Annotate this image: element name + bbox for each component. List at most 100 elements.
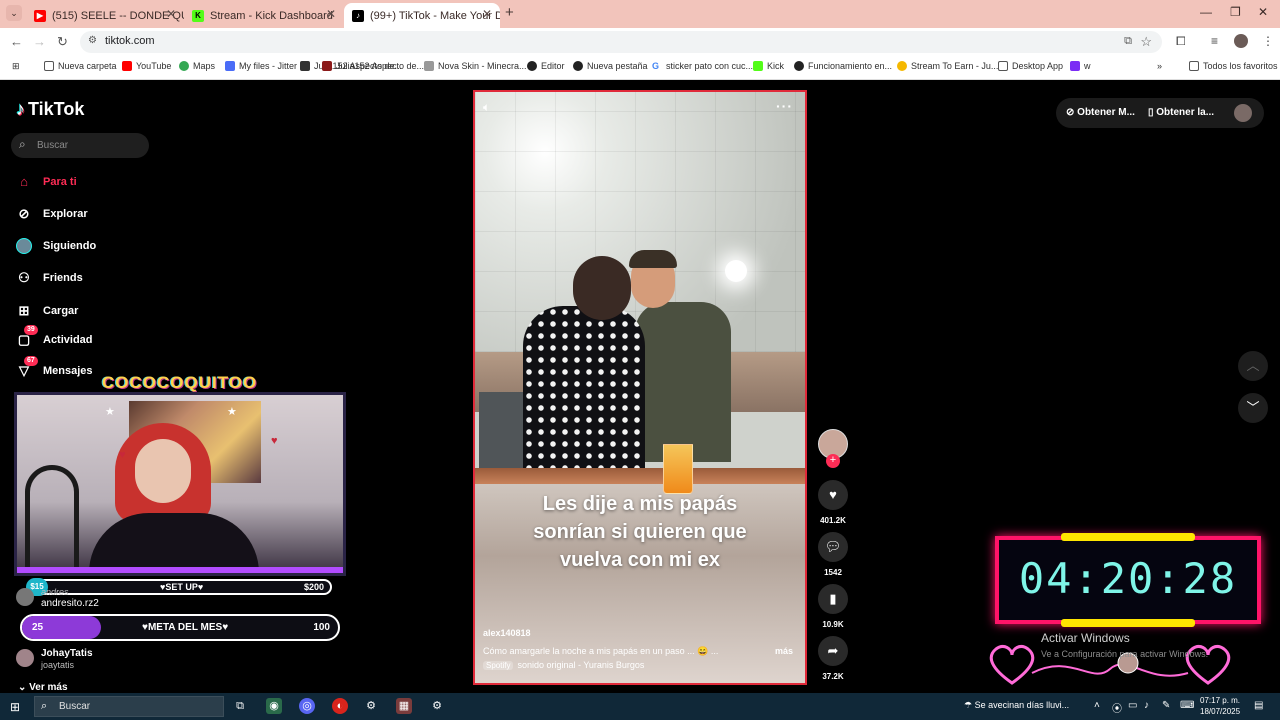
share-button[interactable]: ➦ xyxy=(818,636,848,666)
chrome-icon[interactable]: ◉ xyxy=(266,698,282,714)
folder-icon xyxy=(44,61,54,71)
bookmark-item[interactable]: Maps xyxy=(179,61,215,71)
install-app-icon[interactable]: ⧉ xyxy=(1124,35,1132,48)
notifications-icon[interactable]: ▤ xyxy=(1254,700,1263,711)
tab-tiktok[interactable]: ♪ (99+) TikTok - Make Your Day ✕ xyxy=(344,3,500,28)
home-icon: ⌂ xyxy=(20,174,28,189)
volume-icon[interactable]: 🔈︎ xyxy=(483,100,490,115)
bookmark-item[interactable]: Kick xyxy=(753,61,784,71)
video-player[interactable]: Les dije a mis papás sonrían si quieren … xyxy=(473,90,807,685)
pen-icon[interactable]: ✎ xyxy=(1162,700,1170,711)
nav-para-ti[interactable]: ⌂ Para ti xyxy=(16,174,77,190)
game-icon[interactable]: ▦ xyxy=(396,698,412,714)
ver-mas-link[interactable]: ⌄ Ver más xyxy=(18,682,68,693)
description-more-button[interactable]: más xyxy=(775,646,793,656)
chevron-up-icon[interactable]: ˄ xyxy=(1094,700,1100,711)
comment-button[interactable]: 💬︎ xyxy=(818,532,848,562)
get-app-button[interactable]: ▯ Obtener la... xyxy=(1148,107,1214,118)
settings-icon[interactable]: ⚙ xyxy=(429,698,445,714)
network-icon[interactable]: ▭ xyxy=(1128,700,1137,711)
new-tab-icon[interactable]: + xyxy=(505,4,514,21)
video-sound[interactable]: Spotify sonido original - Yuranis Burgos xyxy=(483,660,644,670)
goal-target: $200 xyxy=(303,582,324,592)
bookmark-item[interactable]: Stream To Earn - Ju... xyxy=(897,61,998,71)
nav-explorar[interactable]: ⊘ Explorar xyxy=(16,206,88,222)
compass-icon: ⊘ xyxy=(18,206,30,221)
nav-cargar[interactable]: ⊞ Cargar xyxy=(16,303,79,319)
site-info-icon[interactable]: ⚙ xyxy=(88,35,97,46)
extensions-icon[interactable]: ⧠ xyxy=(1176,34,1186,49)
stream-timer: 04:20:28 xyxy=(995,533,1261,627)
profile-avatar[interactable] xyxy=(1234,34,1248,48)
webcam-feed: ★ ★ ♥ ♥ xyxy=(14,392,346,576)
volume-icon[interactable]: ♪ xyxy=(1144,700,1149,711)
get-coins-button[interactable]: ⊘ Obtener M... xyxy=(1066,107,1135,118)
follow-plus-icon[interactable]: + xyxy=(826,454,840,468)
bookmark-item[interactable]: Nueva pestaña xyxy=(573,61,648,71)
nav-siguiendo[interactable]: Siguiendo xyxy=(16,238,96,254)
close-icon[interactable]: ✕ xyxy=(166,7,176,21)
video-author[interactable]: alex140818 xyxy=(483,628,531,638)
activity-icon: ▢ 39 xyxy=(16,325,38,348)
following-item[interactable]: andres andresito.rz2 xyxy=(16,587,99,610)
following-item[interactable]: JohayTatis joaytatis xyxy=(16,648,93,671)
heart-icon: ♥ xyxy=(271,435,278,447)
goal-label: ♥SET UP♥ xyxy=(160,582,204,592)
close-icon[interactable]: ✕ xyxy=(326,7,336,21)
led-glow xyxy=(17,567,343,573)
taskbar-clock[interactable]: 07:17 p. m. 18/07/2025 xyxy=(1200,695,1240,717)
bookmark-item[interactable]: Nova Skin - Minecra... xyxy=(424,61,527,71)
folder-icon xyxy=(998,61,1008,71)
nav-friends[interactable]: ⚇ Friends xyxy=(16,270,83,286)
more-bookmarks-icon[interactable]: » xyxy=(1157,61,1162,71)
keyboard-icon[interactable]: ⌨ xyxy=(1180,700,1194,711)
bookmark-item[interactable]: My files - Jitter xyxy=(225,61,297,71)
close-icon[interactable]: ✕ xyxy=(482,7,492,21)
menu-icon[interactable]: ⋮ xyxy=(1262,34,1274,48)
obs-icon[interactable]: ◐ xyxy=(332,698,348,714)
microphone-icon[interactable]: ⦿ xyxy=(1112,700,1122,715)
back-icon[interactable]: ← xyxy=(10,34,23,49)
media-control-icon[interactable]: ≡ xyxy=(1211,34,1218,48)
nav-actividad[interactable]: ▢ 39 Actividad xyxy=(16,325,93,348)
taskbar-search[interactable]: ⌕ Buscar xyxy=(34,696,224,717)
screen: ⌄ ▶ (515) SEELE -- DONDE QUIERAS ✕ K Str… xyxy=(0,0,1280,720)
address-bar[interactable]: ⚙ tiktok.com ⧉ ☆ xyxy=(80,31,1162,53)
discord-icon[interactable]: ◎ xyxy=(299,698,315,714)
bookmark-item[interactable]: Desktop App xyxy=(998,61,1063,71)
bookmark-item[interactable]: w xyxy=(1070,61,1091,71)
all-bookmarks[interactable]: Todos los favoritos xyxy=(1189,61,1278,71)
bookmark-star-icon[interactable]: ☆ xyxy=(1140,34,1152,50)
forward-icon[interactable]: → xyxy=(33,34,46,49)
bookmark-item[interactable]: Gsticker pato con cuc... xyxy=(652,61,753,71)
reload-icon[interactable]: ↻ xyxy=(57,34,68,50)
tiktok-logo[interactable]: ♪ TikTok xyxy=(16,99,84,120)
weather-widget[interactable]: ☂ Se avecinan días lluvi... xyxy=(964,700,1069,711)
maximize-icon[interactable]: ❐ xyxy=(1230,5,1241,19)
bookmark-item[interactable]: Julia152 Aspecto de... xyxy=(322,61,424,71)
windows-start-icon[interactable]: ⊞ xyxy=(10,700,20,714)
bookmark-item[interactable]: Editor xyxy=(527,61,565,71)
kick-icon xyxy=(753,61,763,71)
next-video-button[interactable]: ﹀ xyxy=(1238,393,1268,423)
steam-icon[interactable]: ⚙ xyxy=(363,698,379,714)
bookmark-item[interactable]: Funcionamiento en... xyxy=(794,61,892,71)
google-icon: G xyxy=(652,61,660,71)
more-options-icon[interactable]: ··· xyxy=(776,98,793,114)
bookmark-item[interactable]: YouTube xyxy=(122,61,171,71)
task-view-icon[interactable]: ⧉ xyxy=(232,698,248,714)
tab-kick[interactable]: K Stream - Kick Dashboard ✕ xyxy=(184,3,344,28)
close-window-icon[interactable]: ✕ xyxy=(1258,5,1268,19)
minimize-icon[interactable]: — xyxy=(1200,5,1212,19)
tab-youtube[interactable]: ▶ (515) SEELE -- DONDE QUIERAS ✕ xyxy=(26,3,184,28)
profile-avatar[interactable] xyxy=(1234,104,1252,122)
previous-video-button[interactable]: ︿ xyxy=(1238,351,1268,381)
bookmark-item[interactable]: Nueva carpeta xyxy=(44,61,117,71)
search-input[interactable]: ⌕ Buscar xyxy=(11,133,149,158)
save-button[interactable]: ▮ xyxy=(818,584,848,614)
share-count: 37.2K xyxy=(822,672,844,681)
like-button[interactable]: ♥ xyxy=(818,480,848,510)
apps-icon[interactable]: ⊞ xyxy=(12,61,20,72)
tab-search-icon[interactable]: ⌄ xyxy=(6,5,22,21)
nav-mensajes[interactable]: ▽ 67 Mensajes xyxy=(16,356,93,379)
